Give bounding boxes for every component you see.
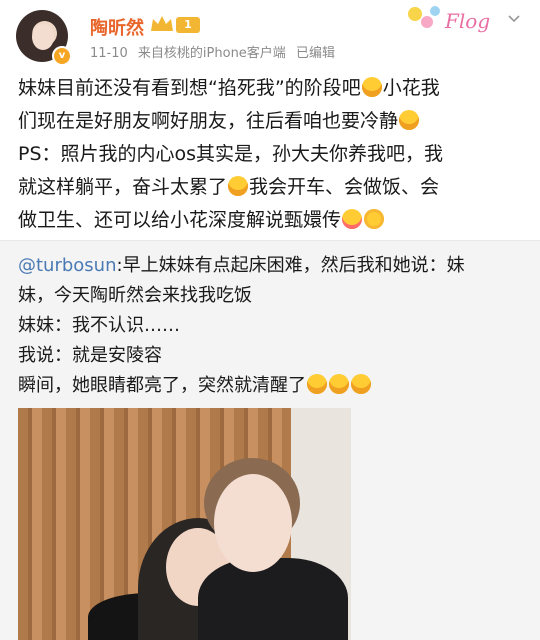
sticker-text: Flog xyxy=(444,9,490,33)
repost-line: 我说：就是安陵容 xyxy=(18,345,162,366)
repost-line: 瞬间，她眼睛都亮了，突然就清醒了 xyxy=(18,371,523,401)
thinking-emoji-icon xyxy=(351,374,371,394)
post-line: PS：照片我的内心os其实是，孙大夫你养我吧，我 xyxy=(18,143,444,165)
laughing-emoji-icon xyxy=(228,176,249,196)
post-line: 就这样躺平，奋斗太累了 我会开车、会做饭、会 xyxy=(18,171,526,204)
post-text-segment: 小花我 xyxy=(382,77,440,99)
post-text-segment: 就这样躺平，奋斗太累了 xyxy=(18,176,228,198)
laughing-emoji-icon xyxy=(361,77,382,97)
repost-line: 妹，今天陶昕然会来找我吃饭 xyxy=(18,285,252,306)
mention-link[interactable]: @turbosun xyxy=(18,255,117,276)
post-text-segment: 妹妹目前还没有看到想“掐死我”的阶段吧 xyxy=(18,77,361,99)
post-source: 来自核桃的iPhone客户端 xyxy=(137,46,286,61)
flog-sticker-icon: Flog xyxy=(408,6,490,33)
edited-label[interactable]: 已编辑 xyxy=(296,46,335,61)
repost-body: @turbosun:早上妹妹有点起床困难，然后我和她说：妹 妹，今天陶昕然会来找… xyxy=(18,251,523,401)
repost-text-segment: :早上妹妹有点起床困难，然后我和她说：妹 xyxy=(116,255,465,276)
repost-text-segment: 瞬间，她眼睛都亮了，突然就清醒了 xyxy=(18,375,306,396)
post-line: 妹妹目前还没有看到想“掐死我”的阶段吧 小花我 xyxy=(18,72,526,105)
blush-emoji-icon xyxy=(364,209,385,229)
username[interactable]: 陶昕然 xyxy=(90,14,144,40)
photo-figure xyxy=(214,474,292,572)
crown-icon xyxy=(151,16,173,31)
post-header: v 陶昕然 1 11-10 来自核桃的iPhone客户端 已编辑 Flog xyxy=(0,0,540,68)
post-body: 妹妹目前还没有看到想“掐死我”的阶段吧 小花我 们现在是好朋友啊好朋友，往后看咱也… xyxy=(18,72,526,237)
verified-badge-icon: v xyxy=(52,46,72,66)
thinking-emoji-icon xyxy=(329,374,349,394)
post-text-segment: 们现在是好朋友啊好朋友，往后看咱也要冷静 xyxy=(18,110,399,132)
tongue-emoji-icon xyxy=(342,209,363,229)
repost-line: 妹妹：我不认识…… xyxy=(18,315,180,336)
post-line: 做卫生、还可以给小花深度解说甄嬛传 xyxy=(18,204,526,237)
post-date: 11-10 xyxy=(90,46,128,61)
repost-line: @turbosun:早上妹妹有点起床困难，然后我和她说：妹 xyxy=(18,251,523,281)
post-meta: 11-10 来自核桃的iPhone客户端 已编辑 xyxy=(90,42,341,61)
post-line: 们现在是好朋友啊好朋友，往后看咱也要冷静 xyxy=(18,105,526,138)
repost-block[interactable]: @turbosun:早上妹妹有点起床困难，然后我和她说：妹 妹，今天陶昕然会来找… xyxy=(0,241,540,640)
photo-figure xyxy=(198,558,348,640)
level-badge: 1 xyxy=(176,17,200,33)
post-text-segment: 我会开车、会做饭、会 xyxy=(249,176,440,198)
thinking-emoji-icon xyxy=(307,374,327,394)
chevron-down-icon[interactable] xyxy=(507,12,521,26)
rolling-laugh-emoji-icon xyxy=(399,110,420,130)
repost-photo[interactable] xyxy=(18,408,351,640)
post-text-segment: 做卫生、还可以给小花深度解说甄嬛传 xyxy=(18,209,342,231)
